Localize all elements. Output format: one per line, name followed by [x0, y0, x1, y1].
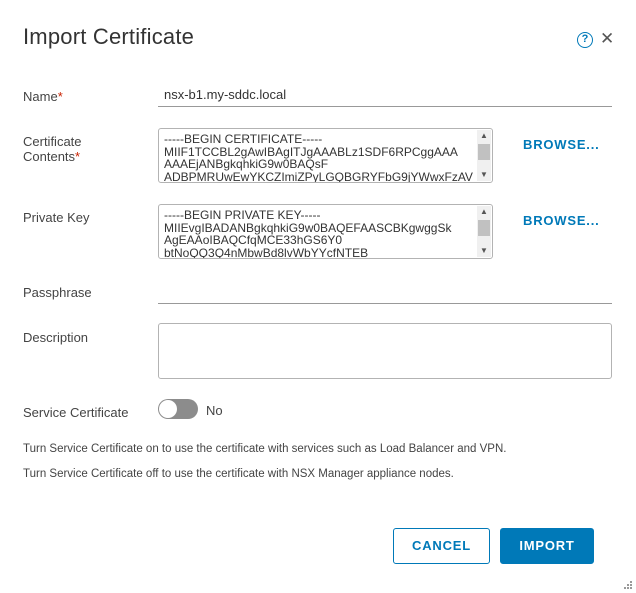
close-icon[interactable]: ✕ — [600, 29, 614, 49]
passphrase-label: Passphrase — [23, 285, 92, 300]
dialog-title: Import Certificate — [23, 24, 195, 49]
description-label: Description — [23, 330, 89, 345]
certificate-contents-label: Certificate Contents* — [23, 134, 82, 164]
certificate-contents-text: -----BEGIN CERTIFICATE----- MIIF1TCCBL2g… — [164, 133, 473, 183]
scroll-up-icon[interactable]: ▲ — [477, 130, 491, 142]
private-key-textarea[interactable]: -----BEGIN PRIVATE KEY----- MIIEvgIBADAN… — [158, 204, 493, 259]
info-text-off: Turn Service Certificate off to use the … — [23, 468, 454, 480]
private-key-scrollbar[interactable]: ▲ ▼ — [477, 206, 491, 257]
certificate-contents-label-line1: Certificate — [23, 134, 82, 149]
resize-handle-icon[interactable] — [624, 581, 632, 589]
service-certificate-label: Service Certificate — [23, 405, 129, 420]
passphrase-input[interactable] — [158, 281, 612, 304]
passphrase-value — [158, 284, 164, 299]
private-key-text: -----BEGIN PRIVATE KEY----- MIIEvgIBADAN… — [164, 209, 452, 259]
name-input-value: nsx-b1.my-sddc.local — [164, 87, 287, 102]
name-label: Name* — [23, 89, 63, 104]
service-certificate-state: No — [206, 403, 223, 418]
scroll-thumb[interactable] — [478, 144, 490, 160]
help-icon[interactable]: ? — [577, 32, 593, 48]
scroll-up-icon[interactable]: ▲ — [477, 206, 491, 218]
certificate-scrollbar[interactable]: ▲ ▼ — [477, 130, 491, 181]
cancel-button[interactable]: CANCEL — [393, 528, 490, 564]
import-certificate-dialog: Import Certificate ? ✕ Name* nsx-b1.my-s… — [0, 0, 636, 593]
certificate-browse-button[interactable]: BROWSE... — [523, 137, 600, 152]
toggle-knob — [159, 400, 177, 418]
scroll-thumb[interactable] — [478, 220, 490, 236]
certificate-contents-label-line2: Contents — [23, 149, 76, 164]
private-key-label: Private Key — [23, 210, 90, 225]
required-mark: * — [57, 89, 63, 104]
name-input[interactable]: nsx-b1.my-sddc.local — [158, 84, 612, 107]
service-certificate-toggle[interactable] — [158, 399, 198, 419]
scroll-down-icon[interactable]: ▼ — [477, 245, 491, 257]
private-key-browse-button[interactable]: BROWSE... — [523, 213, 600, 228]
name-label-text: Name — [23, 89, 58, 104]
required-mark: * — [75, 149, 81, 164]
certificate-contents-textarea[interactable]: -----BEGIN CERTIFICATE----- MIIF1TCCBL2g… — [158, 128, 493, 183]
scroll-down-icon[interactable]: ▼ — [477, 169, 491, 181]
import-button[interactable]: IMPORT — [500, 528, 594, 564]
info-text-on: Turn Service Certificate on to use the c… — [23, 443, 507, 455]
description-textarea[interactable] — [158, 323, 612, 379]
